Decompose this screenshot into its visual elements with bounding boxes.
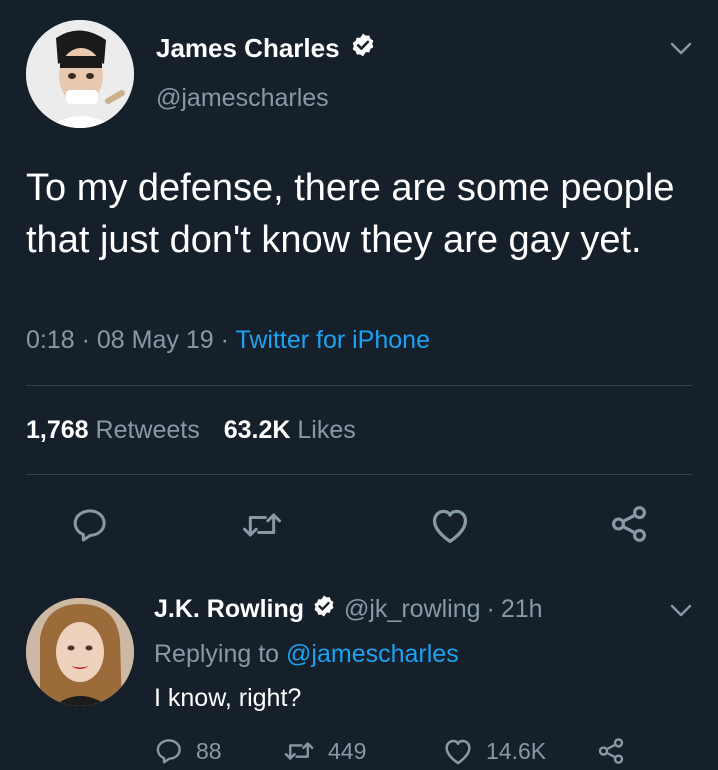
share-icon[interactable]	[608, 503, 650, 545]
verified-badge-icon	[312, 594, 336, 625]
verified-badge-icon	[350, 32, 376, 65]
author-avatar[interactable]	[26, 20, 134, 128]
reply-share-button[interactable]	[596, 736, 638, 766]
retweets-stat[interactable]: 1,768 Retweets	[26, 416, 200, 444]
reply-header: J.K. Rowling @jk_rowling · 21h	[154, 594, 543, 625]
likes-count: 63.2K	[223, 416, 291, 444]
reply-like-count: 14.6K	[486, 737, 547, 764]
divider	[26, 385, 692, 386]
tweet-date: 08 May 19	[96, 326, 214, 354]
tweet-detail-page: James Charles @jamescharles To my defens…	[0, 0, 718, 770]
divider	[26, 474, 692, 475]
reply-retweet-count: 449	[328, 737, 367, 764]
heart-icon	[445, 739, 471, 765]
author-handle[interactable]: @jamescharles	[156, 84, 329, 113]
author-name[interactable]: James Charles	[156, 33, 340, 64]
tweet-time: 0:18	[26, 326, 75, 354]
likes-label: Likes	[297, 416, 356, 444]
heart-icon[interactable]	[428, 505, 472, 545]
chevron-down-icon[interactable]	[670, 42, 692, 56]
chevron-down-icon[interactable]	[670, 604, 692, 618]
replying-prefix: Replying to	[154, 640, 280, 668]
replying-mention-link[interactable]: @jamescharles	[286, 640, 459, 668]
meta-separator: ·	[486, 595, 495, 623]
tweet-meta: 0:18 · 08 May 19 · Twitter for iPhone	[26, 326, 430, 355]
reply-like-button[interactable]: 14.6K	[442, 736, 596, 766]
retweets-label: Retweets	[95, 416, 200, 444]
reply-author-avatar-image	[26, 598, 134, 706]
author-avatar-image	[26, 20, 134, 128]
reply-text: I know, right?	[154, 684, 302, 712]
retweet-icon	[284, 742, 314, 760]
author-name-row: James Charles	[156, 32, 376, 65]
reply-author-avatar[interactable]	[26, 598, 134, 706]
meta-separator: ·	[81, 326, 90, 354]
reply-author-handle[interactable]: @jk_rowling	[344, 595, 481, 624]
reply-author-name[interactable]: J.K. Rowling	[154, 595, 304, 624]
reply-action-bar: 88 449 14.6K	[154, 734, 638, 768]
reply-reply-count: 88	[196, 737, 222, 764]
retweet-icon[interactable]	[240, 505, 284, 545]
retweets-count: 1,768	[26, 416, 89, 444]
replying-to: Replying to @jamescharles	[154, 640, 459, 669]
reply-icon	[156, 739, 181, 764]
reply-reply-button[interactable]: 88	[154, 736, 282, 766]
reply-age: 21h	[500, 595, 543, 623]
tweet-text: To my defense, there are some people tha…	[26, 167, 675, 261]
share-icon	[598, 738, 624, 764]
likes-stat[interactable]: 63.2K Likes	[224, 416, 356, 444]
tweet-stats: 1,768 Retweets 63.2K Likes	[26, 416, 356, 445]
reply-icon[interactable]	[70, 505, 110, 545]
tweet-source-link[interactable]: Twitter for iPhone	[235, 326, 430, 354]
meta-separator: ·	[220, 326, 229, 354]
reply-retweet-button[interactable]: 449	[282, 736, 442, 766]
